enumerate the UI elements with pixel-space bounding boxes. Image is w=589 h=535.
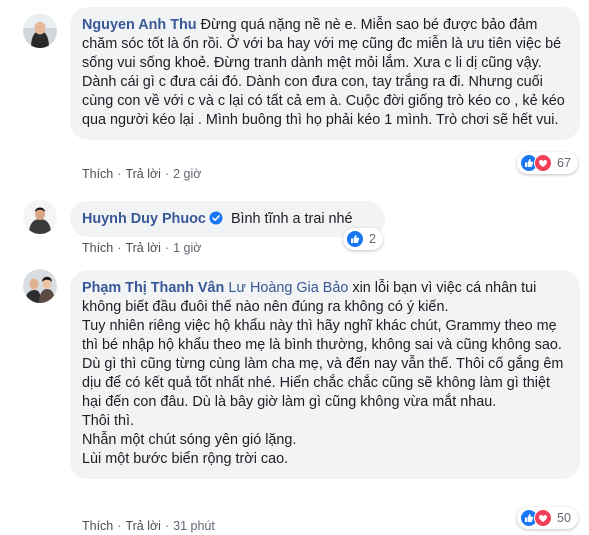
comment-time[interactable]: 2 giờ bbox=[173, 167, 201, 181]
avatar[interactable] bbox=[23, 14, 57, 48]
avatar[interactable] bbox=[23, 269, 57, 303]
comment-time[interactable]: 1 giờ bbox=[173, 241, 201, 255]
reaction-count: 2 bbox=[369, 232, 376, 246]
reaction-count: 50 bbox=[557, 511, 571, 525]
reaction-summary[interactable]: 50 bbox=[517, 507, 578, 529]
verified-badge-icon bbox=[209, 211, 223, 231]
reply-action[interactable]: Trả lời bbox=[125, 241, 161, 255]
comment-bubble: Phạm Thị Thanh Vân Lư Hoàng Gia Bảo xin … bbox=[70, 270, 580, 479]
comment-bubble: Huynh Duy Phuoc Bình tĩnh a trai nhé bbox=[70, 201, 385, 237]
like-icon bbox=[346, 230, 364, 248]
reply-action[interactable]: Trả lời bbox=[125, 519, 161, 533]
love-icon bbox=[534, 154, 552, 172]
comment-author[interactable]: Nguyen Anh Thu bbox=[82, 17, 197, 33]
comment-paragraph: Tuy nhiên riêng việc hộ khẩu này thì hãy… bbox=[82, 318, 562, 353]
comment-author[interactable]: Huynh Duy Phuoc bbox=[82, 211, 206, 227]
comment-text: Đừng quá nặng nề nè e. Miễn sao bé được … bbox=[82, 17, 565, 128]
comment-time[interactable]: 31 phút bbox=[173, 519, 215, 533]
comment-actions: Thích · Trả lời · 1 giờ bbox=[82, 241, 202, 255]
comment-actions: Thích · Trả lời · 31 phút bbox=[82, 519, 215, 533]
love-icon bbox=[534, 509, 552, 527]
reaction-summary[interactable]: 67 bbox=[517, 152, 578, 174]
like-action[interactable]: Thích bbox=[82, 241, 113, 255]
like-action[interactable]: Thích bbox=[82, 167, 113, 181]
mention-tag[interactable]: Lư Hoàng Gia Bảo bbox=[228, 280, 348, 296]
comment-paragraph: Thôi thì. bbox=[82, 413, 134, 429]
reaction-summary[interactable]: 2 bbox=[343, 228, 383, 250]
comment-author[interactable]: Phạm Thị Thanh Vân bbox=[82, 280, 224, 296]
comment-text: Bình tĩnh a trai nhé bbox=[230, 211, 353, 227]
avatar[interactable] bbox=[23, 200, 57, 234]
comment-bubble: Nguyen Anh Thu Đừng quá nặng nề nè e. Mi… bbox=[70, 7, 580, 140]
comment-actions: Thích · Trả lời · 2 giờ bbox=[82, 167, 202, 181]
comment-paragraph: Dù gì thì cũng từng cùng làm cha mẹ, và … bbox=[82, 356, 564, 410]
reaction-count: 67 bbox=[557, 156, 571, 170]
comment-paragraph: Lùi một bước biển rộng trời cao. bbox=[82, 451, 289, 467]
comment-paragraph: Nhẫn một chút sóng yên gió lặng. bbox=[82, 432, 297, 448]
reply-action[interactable]: Trả lời bbox=[125, 167, 161, 181]
like-action[interactable]: Thích bbox=[82, 519, 113, 533]
